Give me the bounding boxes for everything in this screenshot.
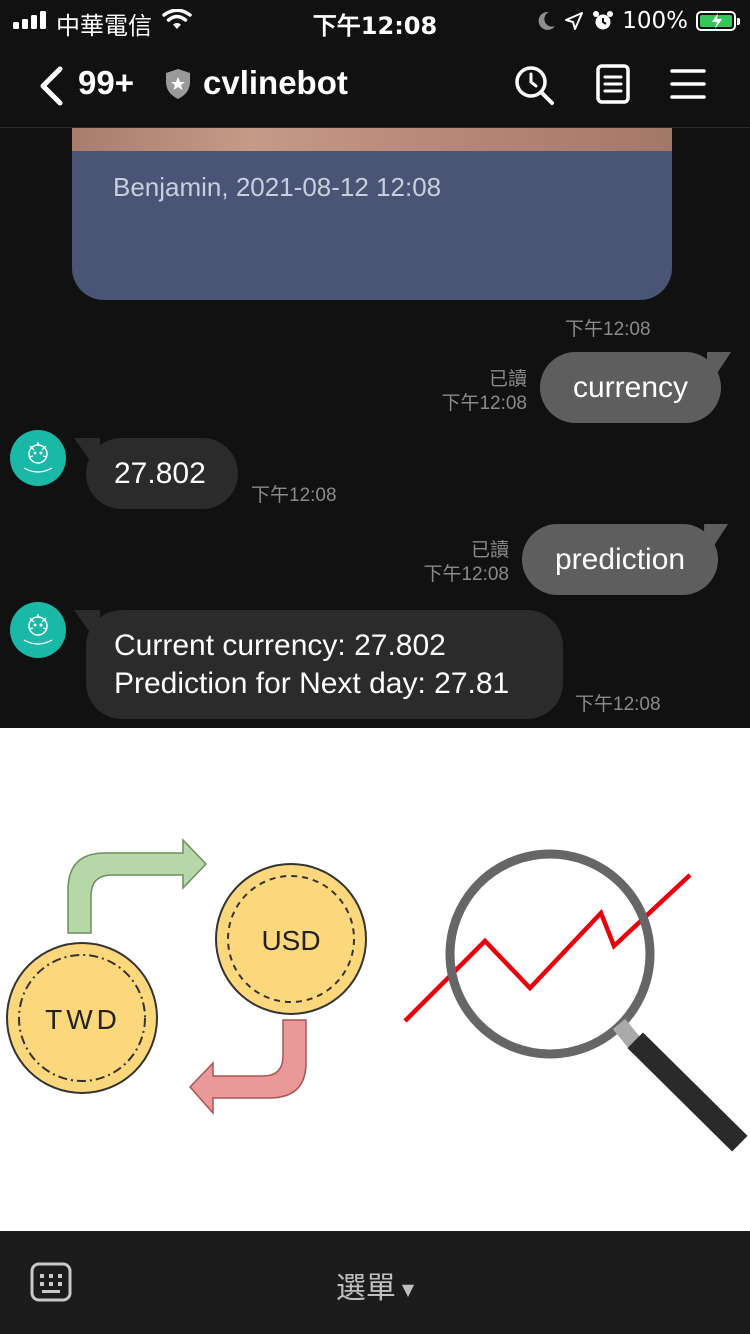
- alarm-icon: [593, 11, 614, 30]
- verified-shield-icon: [166, 69, 190, 99]
- message-text: 27.802: [114, 456, 206, 490]
- battery-icon: [696, 11, 740, 31]
- shared-photo[interactable]: [72, 128, 672, 151]
- message-line: Prediction for Next day: 27.81: [114, 666, 510, 700]
- currency-exchange-button[interactable]: USD TWD: [0, 728, 375, 1231]
- read-receipt: 已讀 下午12:08: [441, 369, 527, 414]
- currency-prediction-button[interactable]: [375, 728, 750, 1231]
- rich-menu: USD TWD: [0, 728, 750, 1231]
- chat-title: cvlinebot: [203, 64, 348, 101]
- bot-avatar[interactable]: [10, 602, 66, 658]
- moon-icon: [538, 11, 556, 30]
- outgoing-message-bubble[interactable]: currency: [540, 352, 722, 423]
- incoming-message-bubble[interactable]: 27.802: [86, 438, 238, 509]
- message-text: currency: [573, 370, 689, 404]
- message-time: 下午12:08: [565, 319, 651, 340]
- chat-messages: Benjamin, 2021-08-12 12:08 下午12:08 已讀 下午…: [0, 128, 750, 728]
- coin-label-usd: USD: [261, 925, 320, 956]
- location-arrow-icon: [565, 12, 584, 30]
- rich-menu-toggle[interactable]: 選單 ▼: [0, 1263, 750, 1307]
- bot-logo-icon: [23, 442, 53, 473]
- incoming-message-bubble[interactable]: Current currency: 27.802 Prediction for …: [86, 610, 563, 719]
- menu-label-text: 選單: [335, 1271, 396, 1306]
- read-receipt: 已讀 下午12:08: [423, 540, 509, 585]
- unread-count[interactable]: 99+: [78, 64, 134, 102]
- message-time: 下午12:08: [251, 485, 337, 506]
- trend-magnifier-icon: [403, 849, 748, 1152]
- back-chevron-icon[interactable]: [38, 66, 64, 106]
- image-caption: Benjamin, 2021-08-12 12:08: [113, 172, 442, 202]
- hamburger-menu-icon[interactable]: [670, 68, 706, 100]
- search-history-icon[interactable]: [513, 64, 555, 106]
- image-message-card[interactable]: Benjamin, 2021-08-12 12:08: [72, 128, 672, 300]
- bot-avatar[interactable]: [10, 430, 66, 486]
- message-text: prediction: [555, 542, 686, 576]
- currency-exchange-icon: USD TWD: [6, 838, 367, 1115]
- bottom-bar: 選單 ▼: [0, 1231, 750, 1334]
- battery-percent: 100%: [622, 8, 688, 34]
- message-line: Current currency: 27.802: [114, 628, 446, 662]
- message-time: 下午12:08: [575, 694, 661, 715]
- status-bar: 中華電信 下午12:08 100%: [0, 0, 750, 44]
- coin-label-twd: TWD: [45, 1004, 121, 1035]
- outgoing-message-bubble[interactable]: prediction: [522, 524, 719, 595]
- caret-down-icon: ▼: [401, 1280, 415, 1299]
- bot-logo-icon: [23, 614, 53, 645]
- notes-icon[interactable]: [596, 64, 630, 104]
- chat-header: 99+ cvlinebot: [0, 44, 750, 128]
